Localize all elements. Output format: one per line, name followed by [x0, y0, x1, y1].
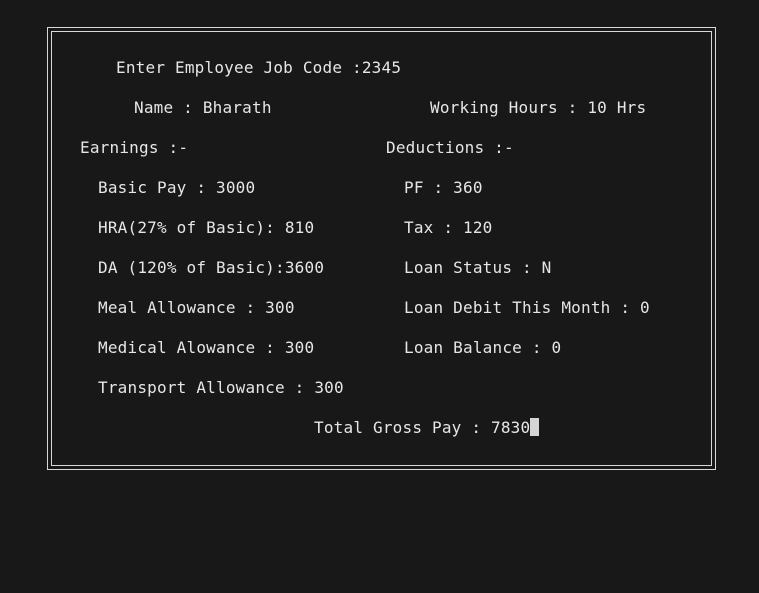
text-cursor[interactable] — [530, 418, 540, 436]
deductions-heading: Deductions :- — [386, 138, 514, 157]
deduction-loan-debit: Loan Debit This Month : 0 — [404, 298, 650, 317]
job-code-input[interactable]: 2345 — [362, 58, 401, 77]
working-hours: Working Hours : 10 Hrs — [430, 98, 647, 117]
employee-name: Name : Bharath — [134, 98, 272, 117]
earning-meal-allowance: Meal Allowance : 300 — [98, 298, 295, 317]
console-frame-inner — [51, 31, 712, 466]
deduction-pf: PF : 360 — [404, 178, 483, 197]
earning-da: DA (120% of Basic):3600 — [98, 258, 325, 277]
deduction-tax: Tax : 120 — [404, 218, 493, 237]
deduction-loan-balance: Loan Balance : 0 — [404, 338, 562, 357]
earning-basic-pay: Basic Pay : 3000 — [98, 178, 256, 197]
total-gross-pay-row: Total Gross Pay : 7830 — [314, 418, 540, 438]
earning-medical-allowance: Medical Alowance : 300 — [98, 338, 315, 357]
console-frame-outer — [47, 27, 716, 470]
earning-transport-allowance: Transport Allowance : 300 — [98, 378, 344, 397]
earning-hra: HRA(27% of Basic): 810 — [98, 218, 315, 237]
total-gross-pay: Total Gross Pay : 7830 — [314, 418, 531, 437]
deduction-loan-status: Loan Status : N — [404, 258, 552, 277]
job-code-label: Enter Employee Job Code : — [116, 58, 362, 77]
job-code-row: Enter Employee Job Code :2345 — [116, 58, 401, 78]
earnings-heading: Earnings :- — [80, 138, 189, 157]
